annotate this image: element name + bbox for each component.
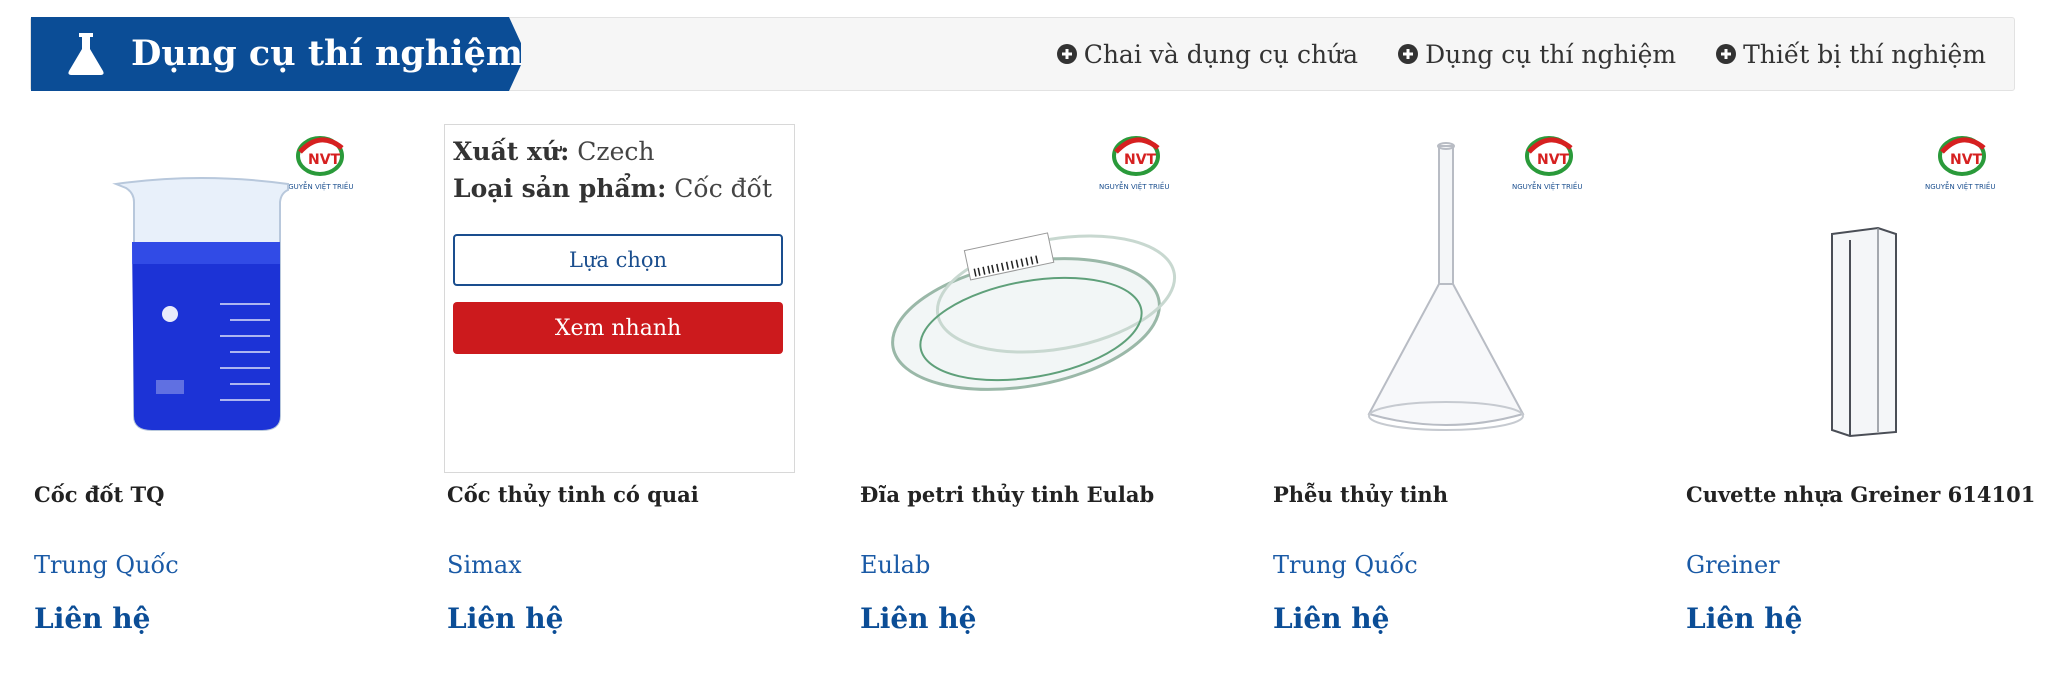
category-title-banner[interactable]: Dụng cụ thí nghiệm	[31, 17, 523, 91]
select-options-button[interactable]: Lựa chọn	[453, 234, 783, 286]
product-card[interactable]: NVT NGUYỄN VIỆT TRIỀU Cốc đốt TQ Trung Q…	[30, 118, 410, 658]
product-name[interactable]: Đĩa petri thủy tinh Eulab	[860, 482, 1154, 507]
category-link-label: Dụng cụ thí nghiệm	[1425, 39, 1677, 69]
product-name[interactable]: Phễu thủy tinh	[1273, 482, 1448, 507]
logo-mark: NVT	[1950, 152, 1983, 168]
product-price: Liên hệ	[1686, 602, 1803, 635]
plus-circle-icon	[1056, 44, 1077, 64]
product-name[interactable]: Cốc thủy tinh có quai	[447, 482, 699, 507]
product-grid: NVT NGUYỄN VIỆT TRIỀU Cốc đốt TQ Trung Q…	[30, 118, 2035, 658]
brand-logo: NVT NGUYỄN VIỆT TRIỀU	[1925, 136, 1995, 191]
category-link-lab-tools[interactable]: Dụng cụ thí nghiệm	[1398, 40, 1676, 69]
category-link-lab-equipment[interactable]: Thiết bị thí nghiệm	[1716, 40, 1986, 69]
quick-view-button[interactable]: Xem nhanh	[453, 302, 783, 354]
product-brand[interactable]: Trung Quốc	[34, 551, 179, 579]
category-link-label: Chai và dụng cụ chứa	[1083, 39, 1359, 69]
origin-label: Xuất xứ:	[453, 137, 570, 166]
product-price: Liên hệ	[1273, 602, 1390, 635]
product-card[interactable]: NVT NGUYỄN VIỆT TRIỀU Cuvette nhựa Grein…	[1682, 118, 2048, 658]
product-price: Liên hệ	[860, 602, 977, 635]
category-links: Chai và dụng cụ chứa Dụng cụ thí nghiệm …	[1056, 18, 1986, 90]
type-value: Cốc đốt	[674, 174, 773, 203]
brand-logo: NVT NGUYỄN VIỆT TRIỀU	[1512, 136, 1582, 191]
logo-mark: NVT	[1124, 152, 1157, 168]
product-type: Loại sản phẩm: Cốc đốt	[453, 174, 772, 203]
product-price: Liên hệ	[447, 602, 564, 635]
product-card[interactable]: Xuất xứ: Czech Loại sản phẩm: Cốc đốt Lự…	[443, 118, 823, 658]
category-link-containers[interactable]: Chai và dụng cụ chứa	[1056, 39, 1359, 69]
product-price: Liên hệ	[34, 602, 151, 635]
product-hover-panel: Xuất xứ: Czech Loại sản phẩm: Cốc đốt Lự…	[444, 124, 795, 473]
product-image-funnel[interactable]: NVT NGUYỄN VIỆT TRIỀU	[1269, 124, 1624, 472]
category-header: Dụng cụ thí nghiệm Chai và dụng cụ chứa …	[30, 17, 2015, 91]
product-brand[interactable]: Greiner	[1686, 551, 1780, 579]
logo-text: NGUYỄN VIỆT TRIỀU	[1512, 181, 1582, 191]
logo-text: NGUYỄN VIỆT TRIỀU	[1099, 181, 1169, 191]
product-brand[interactable]: Trung Quốc	[1273, 551, 1418, 579]
product-origin: Xuất xứ: Czech	[453, 137, 655, 166]
product-brand[interactable]: Eulab	[860, 551, 930, 579]
type-label: Loại sản phẩm:	[453, 174, 667, 203]
logo-mark: NVT	[308, 152, 341, 168]
product-card[interactable]: NVT NGUYỄN VIỆT TRIỀU Đĩa petri thủy tin…	[856, 118, 1236, 658]
brand-logo: NVT NGUYỄN VIỆT TRIỀU	[1099, 136, 1169, 191]
brand-logo: NVT NGUYỄN VIỆT TRIỀU	[283, 136, 353, 191]
logo-text: NGUYỄN VIỆT TRIỀU	[1925, 181, 1995, 191]
product-name[interactable]: Cuvette nhựa Greiner 614101	[1686, 482, 2035, 507]
flask-icon	[68, 33, 104, 75]
category-link-label: Thiết bị thí nghiệm	[1743, 39, 1986, 69]
product-name[interactable]: Cốc đốt TQ	[34, 482, 164, 507]
logo-mark: NVT	[1537, 152, 1570, 168]
product-image-petri-dish[interactable]: NVT NGUYỄN VIỆT TRIỀU	[856, 124, 1211, 472]
product-image-cuvette[interactable]: NVT NGUYỄN VIỆT TRIỀU	[1682, 124, 2037, 472]
category-title: Dụng cụ thí nghiệm	[131, 33, 523, 74]
product-image-beaker[interactable]: NVT NGUYỄN VIỆT TRIỀU	[30, 124, 385, 472]
product-brand[interactable]: Simax	[447, 551, 522, 579]
plus-circle-icon	[1398, 44, 1419, 64]
logo-text: NGUYỄN VIỆT TRIỀU	[283, 181, 353, 191]
plus-circle-icon	[1716, 44, 1737, 64]
product-card[interactable]: NVT NGUYỄN VIỆT TRIỀU Phễu thủy tinh Tru…	[1269, 118, 1649, 658]
origin-value: Czech	[577, 137, 655, 166]
